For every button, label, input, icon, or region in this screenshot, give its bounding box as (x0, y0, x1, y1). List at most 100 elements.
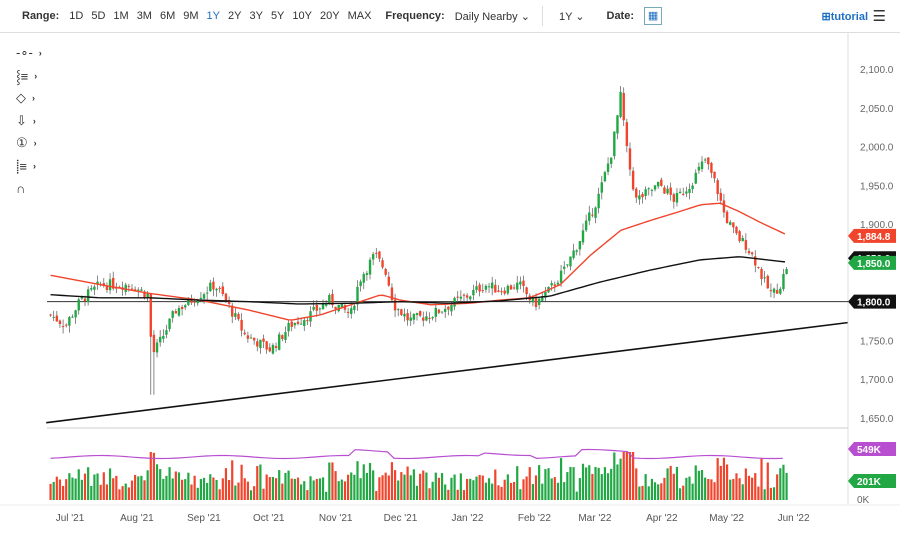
candle-body (669, 187, 672, 195)
candle-body (246, 335, 250, 339)
volume-bar (428, 488, 431, 500)
candle-body (566, 264, 569, 266)
candle-body (772, 288, 776, 293)
candle-body (284, 332, 287, 340)
candle-body (124, 284, 127, 292)
candle-body (362, 274, 365, 283)
candle-body (371, 254, 375, 260)
x-tick-label: Sep '21 (187, 513, 221, 524)
candle-body (237, 313, 240, 320)
volume-bar (475, 476, 478, 500)
volume-bar (231, 460, 234, 500)
candle-body (509, 285, 513, 290)
volume-bar (481, 475, 484, 500)
volume-bar (162, 478, 165, 500)
volume-bar (55, 476, 58, 500)
candle-body (769, 290, 773, 292)
volume-bar (397, 480, 400, 500)
candle-body (384, 269, 387, 275)
candle-body (556, 282, 560, 285)
candle-body (234, 313, 237, 317)
candle-body (685, 191, 688, 194)
volume-bar (393, 470, 397, 500)
open-interest-tag: 549K (848, 442, 896, 456)
candle-body (271, 344, 275, 354)
volume-bar (725, 464, 729, 500)
candle-body (559, 270, 563, 283)
candle-body (146, 293, 149, 298)
volume-bar (713, 482, 716, 500)
volume-bar (550, 478, 553, 500)
volume-bar (494, 469, 497, 500)
volume-bar (563, 482, 566, 500)
volume-bar (281, 483, 284, 500)
candle-body (694, 172, 697, 184)
volume-bar (187, 472, 190, 500)
candle-body (757, 267, 760, 269)
candle-body (180, 306, 184, 310)
candle-body (296, 321, 300, 324)
volume-bar (776, 474, 779, 500)
candle-body (763, 277, 766, 279)
volume-bar (547, 468, 550, 500)
volume-bar (462, 490, 466, 500)
volume-bar (500, 486, 503, 500)
candle-body (672, 194, 676, 202)
candle-body (403, 313, 406, 317)
volume-bar (578, 478, 581, 500)
volume-bar (193, 475, 196, 500)
volume-bar (403, 474, 406, 500)
volume-bar (321, 477, 325, 500)
volume-bar (516, 466, 519, 500)
volume-bar (669, 465, 672, 500)
candle-body (93, 286, 96, 290)
volume-bar (143, 480, 146, 500)
volume-bar (688, 476, 691, 500)
volume-bar (588, 465, 591, 500)
candle-body (563, 266, 566, 269)
candle-body (453, 297, 456, 307)
candle-body (660, 179, 663, 186)
volume-bar (221, 478, 224, 500)
volume-bar (732, 479, 735, 500)
candle-body (318, 308, 322, 310)
ma50-price-tag-text: 1,884.8 (857, 232, 891, 243)
price-chart[interactable]: 2,100.02,050.02,000.01,950.01,900.01,850… (0, 0, 900, 533)
volume-bar (440, 473, 444, 500)
candle-body (365, 273, 369, 275)
volume-bar (647, 486, 650, 500)
volume-bar (343, 481, 347, 500)
candle-body (487, 286, 491, 288)
volume-bar (556, 482, 560, 500)
open-interest-tag-text: 549K (857, 445, 882, 456)
candle-body (516, 282, 519, 290)
candle-body (465, 295, 469, 298)
candle-body (77, 299, 80, 311)
candle-body (353, 305, 356, 310)
volume-bar (149, 452, 152, 500)
x-tick-label: Dec '21 (384, 513, 418, 524)
volume-bar (77, 469, 80, 500)
volume-bar (569, 466, 572, 500)
candle-body (350, 308, 353, 314)
volume-bar (105, 484, 109, 500)
candle-body (581, 230, 585, 243)
candle-body (619, 91, 622, 117)
candle-body (450, 304, 453, 312)
volume-bar (331, 462, 334, 500)
volume-bar (469, 478, 472, 500)
volume-bar (512, 481, 516, 500)
volume-bar (509, 482, 513, 500)
candle-body (635, 188, 638, 198)
volume-bar (155, 464, 159, 500)
candle-body (184, 305, 187, 308)
hline-price-tag-text: 1,800.0 (857, 298, 891, 309)
candle-body (569, 256, 572, 267)
last-price-tag: 1,850.0 (848, 255, 896, 270)
volume-bar (478, 474, 481, 500)
volume-bar (112, 478, 115, 500)
volume-bar (387, 475, 390, 500)
volume-bar (635, 468, 638, 500)
candle-body (262, 338, 265, 342)
x-tick-label: May '22 (709, 513, 744, 524)
